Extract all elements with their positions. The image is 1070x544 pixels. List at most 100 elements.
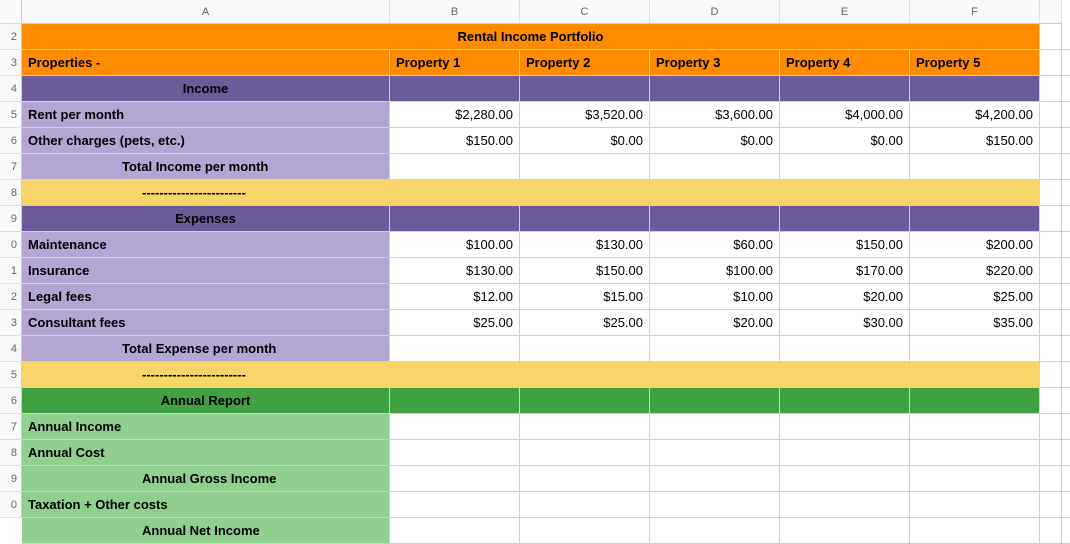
row-header[interactable]: 9: [0, 206, 22, 232]
cell[interactable]: [650, 388, 780, 413]
row-header[interactable]: 2: [0, 284, 22, 310]
cell[interactable]: [780, 466, 910, 491]
cell[interactable]: [650, 154, 780, 179]
annual-gross-label[interactable]: Annual Gross Income: [22, 466, 390, 491]
legal-value[interactable]: $15.00: [520, 284, 650, 309]
cell[interactable]: [520, 206, 650, 231]
row-header[interactable]: [0, 0, 22, 24]
cell[interactable]: [650, 414, 780, 439]
consultant-value[interactable]: $25.00: [390, 310, 520, 335]
rent-value[interactable]: $3,520.00: [520, 102, 650, 127]
col-header[interactable]: B: [390, 0, 520, 24]
cell[interactable]: [520, 336, 650, 361]
cell[interactable]: [390, 206, 520, 231]
cell[interactable]: [650, 336, 780, 361]
insurance-value[interactable]: $100.00: [650, 258, 780, 283]
cell[interactable]: [650, 206, 780, 231]
annual-report-section-header[interactable]: Annual Report: [22, 388, 390, 413]
cell[interactable]: [390, 336, 520, 361]
cell[interactable]: [1040, 180, 1062, 205]
row-header[interactable]: 5: [0, 362, 22, 388]
insurance-label[interactable]: Insurance: [22, 258, 390, 283]
col-header[interactable]: [1040, 0, 1062, 24]
row-header[interactable]: 5: [0, 102, 22, 128]
maintenance-value[interactable]: $100.00: [390, 232, 520, 257]
insurance-value[interactable]: $170.00: [780, 258, 910, 283]
divider[interactable]: ------------------------: [22, 180, 390, 205]
cell[interactable]: [1040, 258, 1062, 283]
row-header[interactable]: 7: [0, 414, 22, 440]
rent-value[interactable]: $4,200.00: [910, 102, 1040, 127]
cell[interactable]: [650, 76, 780, 101]
maintenance-value[interactable]: $60.00: [650, 232, 780, 257]
cell[interactable]: [520, 388, 650, 413]
consultant-value[interactable]: $25.00: [520, 310, 650, 335]
row-header[interactable]: 2: [0, 24, 22, 50]
row-header[interactable]: 6: [0, 128, 22, 154]
cell[interactable]: [780, 154, 910, 179]
cell[interactable]: [390, 414, 520, 439]
col-header[interactable]: C: [520, 0, 650, 24]
cell[interactable]: [780, 76, 910, 101]
cell[interactable]: [650, 440, 780, 465]
row-header[interactable]: 0: [0, 492, 22, 518]
col-header[interactable]: A: [22, 0, 390, 24]
cell[interactable]: [910, 154, 1040, 179]
row-header[interactable]: 1: [0, 258, 22, 284]
consultant-value[interactable]: $35.00: [910, 310, 1040, 335]
properties-label[interactable]: Properties -: [22, 50, 390, 75]
cell[interactable]: [910, 466, 1040, 491]
cell[interactable]: [1040, 492, 1062, 517]
legal-value[interactable]: $10.00: [650, 284, 780, 309]
cell[interactable]: [1040, 310, 1062, 335]
cell[interactable]: [780, 180, 910, 205]
cell[interactable]: [1040, 518, 1062, 543]
cell[interactable]: [650, 466, 780, 491]
cell[interactable]: [1040, 232, 1062, 257]
row-header[interactable]: 8: [0, 180, 22, 206]
rent-value[interactable]: $2,280.00: [390, 102, 520, 127]
row-header[interactable]: 7: [0, 154, 22, 180]
cell[interactable]: [1040, 440, 1062, 465]
maintenance-value[interactable]: $150.00: [780, 232, 910, 257]
divider[interactable]: ------------------------: [22, 362, 390, 387]
cell[interactable]: [520, 466, 650, 491]
cell[interactable]: [650, 362, 780, 387]
insurance-value[interactable]: $220.00: [910, 258, 1040, 283]
cell[interactable]: [910, 440, 1040, 465]
cell[interactable]: [910, 76, 1040, 101]
cell[interactable]: [520, 414, 650, 439]
cell[interactable]: [520, 492, 650, 517]
insurance-value[interactable]: $150.00: [520, 258, 650, 283]
cell[interactable]: [390, 466, 520, 491]
rent-value[interactable]: $4,000.00: [780, 102, 910, 127]
insurance-value[interactable]: $130.00: [390, 258, 520, 283]
cell[interactable]: [650, 180, 780, 205]
rent-label[interactable]: Rent per month: [22, 102, 390, 127]
cell[interactable]: [390, 154, 520, 179]
property-header[interactable]: Property 3: [650, 50, 780, 75]
cell[interactable]: [1040, 24, 1062, 49]
cell[interactable]: [780, 440, 910, 465]
maintenance-label[interactable]: Maintenance: [22, 232, 390, 257]
property-header[interactable]: Property 2: [520, 50, 650, 75]
consultant-value[interactable]: $20.00: [650, 310, 780, 335]
col-header[interactable]: F: [910, 0, 1040, 24]
income-section-header[interactable]: Income: [22, 76, 390, 101]
cell[interactable]: [910, 518, 1040, 543]
cell[interactable]: [910, 388, 1040, 413]
row-header[interactable]: 0: [0, 232, 22, 258]
expenses-section-header[interactable]: Expenses: [22, 206, 390, 231]
annual-net-label[interactable]: Annual Net Income: [22, 518, 390, 543]
cell[interactable]: [910, 336, 1040, 361]
other-charges-value[interactable]: $0.00: [650, 128, 780, 153]
cell[interactable]: [390, 492, 520, 517]
cell[interactable]: [390, 362, 520, 387]
cell[interactable]: [780, 336, 910, 361]
property-header[interactable]: Property 1: [390, 50, 520, 75]
cell[interactable]: [650, 492, 780, 517]
annual-cost-label[interactable]: Annual Cost: [22, 440, 390, 465]
cell[interactable]: [910, 206, 1040, 231]
cell[interactable]: [520, 362, 650, 387]
cell[interactable]: [390, 518, 520, 543]
